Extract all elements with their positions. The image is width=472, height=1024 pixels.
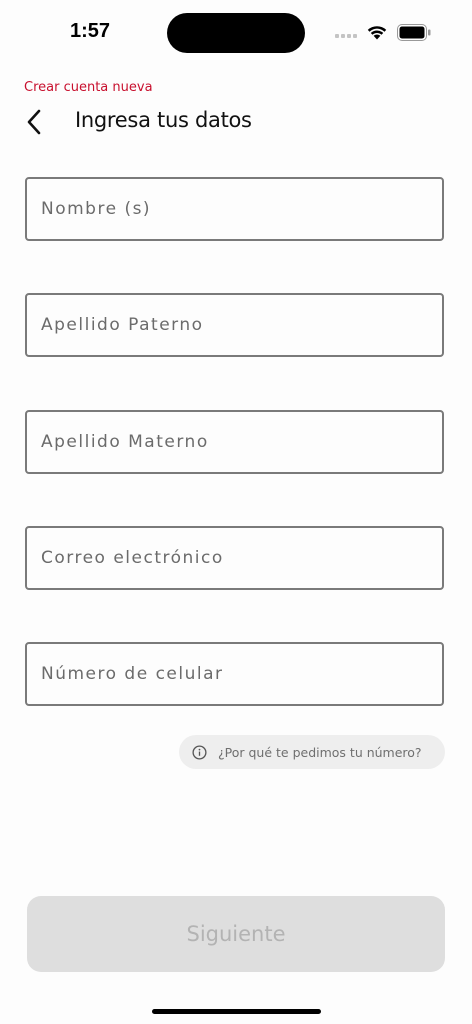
screen: 1:57 Crear cuenta nueva Ingresa tus dato… (0, 0, 472, 1024)
first-name-field[interactable] (25, 177, 444, 241)
paternal-surname-input[interactable] (39, 314, 442, 336)
flow-overline: Crear cuenta nueva (24, 80, 153, 95)
why-phone-info-button[interactable]: ¿Por qué te pedimos tu número? (179, 735, 445, 769)
email-field[interactable] (25, 526, 444, 590)
status-time: 1:57 (70, 20, 111, 42)
wifi-icon (367, 26, 387, 40)
maternal-surname-field[interactable] (25, 410, 444, 474)
phone-number-field[interactable] (25, 642, 444, 706)
info-circle-icon (191, 744, 207, 760)
battery-icon (397, 24, 431, 41)
maternal-surname-input[interactable] (39, 431, 442, 453)
home-indicator (152, 1009, 321, 1014)
dynamic-island (167, 13, 305, 53)
phone-number-input[interactable] (39, 663, 442, 685)
chevron-left-icon (27, 109, 41, 135)
next-button[interactable]: Siguiente (27, 896, 445, 972)
back-button[interactable] (18, 106, 50, 138)
email-input[interactable] (39, 547, 442, 569)
cellular-signal-icon (335, 34, 357, 38)
why-phone-info-label: ¿Por qué te pedimos tu número? (218, 744, 422, 760)
page-title: Ingresa tus datos (75, 108, 252, 132)
first-name-input[interactable] (39, 198, 442, 220)
paternal-surname-field[interactable] (25, 293, 444, 357)
